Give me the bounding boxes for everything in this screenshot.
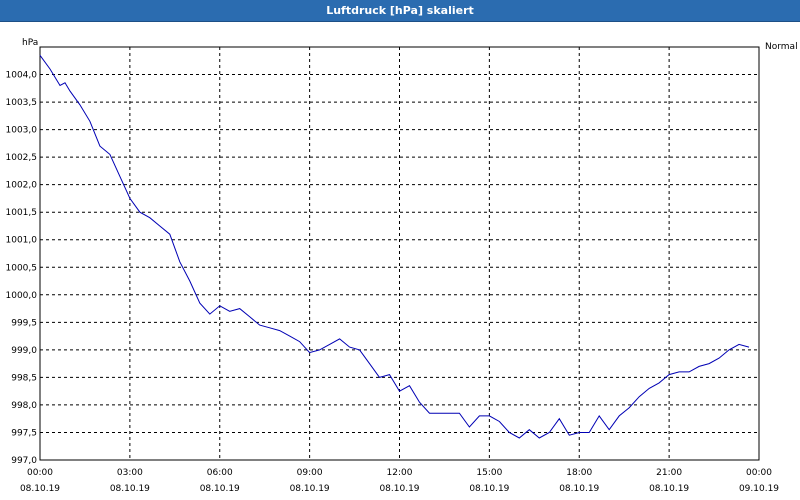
y-tick-label: 1004,0 bbox=[6, 71, 38, 81]
y-tick-label: 1001,5 bbox=[6, 208, 38, 218]
x-tick-date-label: 08.10.19 bbox=[559, 484, 599, 494]
y-tick-label: 999,0 bbox=[11, 346, 37, 356]
x-tick-time-label: 12:00 bbox=[387, 468, 413, 478]
y-tick-label: 1002,5 bbox=[6, 153, 38, 163]
y-tick-label: 997,0 bbox=[11, 456, 37, 466]
y-tick-label: 1002,0 bbox=[6, 181, 38, 191]
x-tick-date-label: 08.10.19 bbox=[649, 484, 689, 494]
x-tick-date-label: 08.10.19 bbox=[290, 484, 330, 494]
x-tick-time-label: 00:00 bbox=[746, 468, 772, 478]
y-tick-label: 1000,5 bbox=[6, 263, 38, 273]
x-tick-time-label: 15:00 bbox=[476, 468, 502, 478]
y-tick-label: 1003,5 bbox=[6, 98, 38, 108]
x-tick-time-label: 03:00 bbox=[117, 468, 143, 478]
chart-window: Luftdruck [hPa] skaliert 997,0 997,5 998,0… bbox=[0, 0, 800, 500]
line-chart: 997,0 997,5 998,0 998,5 999,0 999,5 1000,0 1000… bbox=[6, 38, 798, 494]
y-tick-label: 997,5 bbox=[11, 428, 37, 438]
y-tick-label: 1001,0 bbox=[6, 236, 38, 246]
x-tick-time-label: 06:00 bbox=[207, 468, 233, 478]
y-tick-label: 1003,0 bbox=[6, 126, 38, 136]
x-tick-date-label: 08.10.19 bbox=[110, 484, 150, 494]
y-tick-label: 998,0 bbox=[11, 401, 37, 411]
y-axis-unit-label: hPa bbox=[22, 38, 38, 48]
x-tick-date-label: 09.10.19 bbox=[739, 484, 779, 494]
y-tick-label: 1000,0 bbox=[6, 291, 38, 301]
legend-series-normal: Normal bbox=[765, 42, 798, 52]
title-bar: Luftdruck [hPa] skaliert bbox=[0, 0, 800, 22]
x-tick-time-label: 09:00 bbox=[297, 468, 323, 478]
x-tick-time-label: 00:00 bbox=[27, 468, 53, 478]
x-tick-date-label: 08.10.19 bbox=[200, 484, 240, 494]
x-tick-time-label: 18:00 bbox=[566, 468, 592, 478]
y-tick-label: 999,5 bbox=[11, 318, 37, 328]
x-tick-time-label: 21:00 bbox=[656, 468, 682, 478]
x-tick-date-label: 08.10.19 bbox=[20, 484, 60, 494]
y-tick-label: 998,5 bbox=[11, 373, 37, 383]
x-tick-date-label: 08.10.19 bbox=[379, 484, 419, 494]
chart-title: Luftdruck [hPa] skaliert bbox=[326, 4, 474, 17]
x-tick-date-label: 08.10.19 bbox=[469, 484, 509, 494]
